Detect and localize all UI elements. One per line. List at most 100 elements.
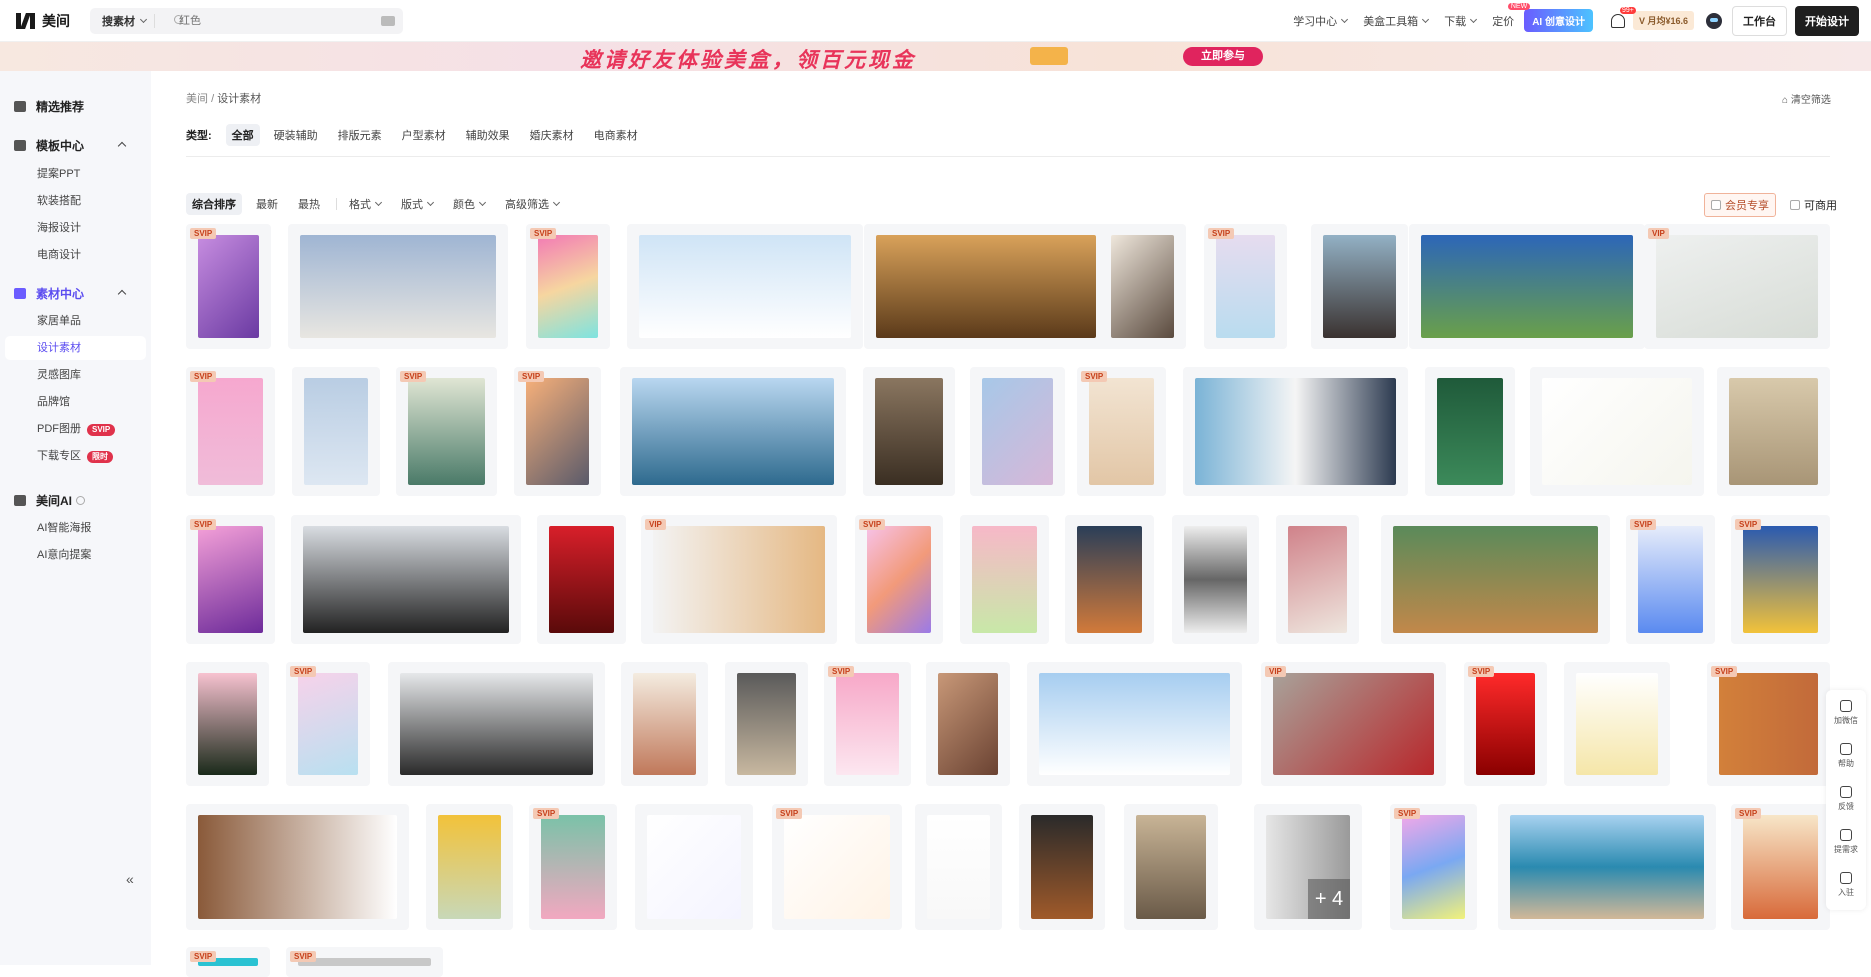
- type-wedding[interactable]: 婚庆素材: [524, 124, 580, 146]
- material-card[interactable]: [960, 515, 1049, 644]
- material-card[interactable]: SVIP: [1626, 515, 1715, 644]
- sidebar-item-ai-poster[interactable]: AI智能海报: [5, 516, 146, 540]
- material-card[interactable]: [635, 804, 753, 930]
- material-card[interactable]: [1183, 367, 1408, 496]
- sidebar-item-proposal-ppt[interactable]: 提案PPT: [5, 162, 146, 186]
- sidebar-group-materials[interactable]: 素材中心: [0, 280, 151, 306]
- material-card[interactable]: SVIP: [529, 804, 617, 930]
- material-card[interactable]: [186, 804, 409, 930]
- material-card[interactable]: [1276, 515, 1359, 644]
- logo[interactable]: 美间: [16, 11, 90, 31]
- material-card[interactable]: SVIP: [186, 224, 271, 349]
- nav-download[interactable]: 下载: [1436, 13, 1484, 29]
- material-card[interactable]: SVIP: [186, 947, 270, 977]
- clear-filter-button[interactable]: ⌂ 清空筛选: [1782, 91, 1831, 106]
- material-card[interactable]: [1409, 224, 1645, 349]
- material-card[interactable]: [725, 662, 808, 786]
- type-effects[interactable]: 辅助效果: [460, 124, 516, 146]
- type-all[interactable]: 全部: [225, 124, 260, 146]
- sort-hottest[interactable]: 最热: [292, 193, 326, 215]
- filter-advanced[interactable]: 高级筛选: [499, 193, 565, 215]
- type-ecommerce[interactable]: 电商素材: [588, 124, 644, 146]
- sidebar-item-brands[interactable]: 品牌馆: [5, 390, 146, 414]
- material-card[interactable]: SVIP: [1390, 804, 1477, 930]
- sort-default[interactable]: 综合排序: [186, 193, 242, 215]
- sidebar-item-downloads[interactable]: 下载专区 限时: [5, 444, 146, 468]
- material-card[interactable]: [970, 367, 1065, 496]
- material-card[interactable]: [915, 804, 1002, 930]
- material-card[interactable]: [1530, 367, 1704, 496]
- material-card[interactable]: SVIP: [396, 367, 497, 496]
- material-card[interactable]: [1425, 367, 1515, 496]
- material-card[interactable]: SVIP: [186, 515, 275, 644]
- search-input[interactable]: [155, 7, 381, 34]
- material-card[interactable]: [426, 804, 513, 930]
- sidebar-item-inspiration[interactable]: 灵感图库: [5, 363, 146, 387]
- feedback-button[interactable]: 反馈: [1826, 786, 1866, 812]
- material-card[interactable]: [1498, 804, 1716, 930]
- material-card[interactable]: [186, 662, 269, 786]
- material-card[interactable]: SVIP: [286, 947, 443, 977]
- material-card[interactable]: [1065, 515, 1154, 644]
- material-card[interactable]: + 4: [1254, 804, 1362, 930]
- material-card[interactable]: [288, 224, 508, 349]
- material-card[interactable]: [627, 224, 863, 349]
- breadcrumb-root[interactable]: 美间: [186, 93, 208, 105]
- filter-format[interactable]: 格式: [343, 193, 387, 215]
- sidebar-item-ai-proposal[interactable]: AI意向提案: [5, 543, 146, 567]
- material-card[interactable]: [292, 367, 380, 496]
- material-card[interactable]: SVIP: [1464, 662, 1547, 786]
- help-button[interactable]: 帮助: [1826, 743, 1866, 769]
- material-card[interactable]: SVIP: [1731, 515, 1830, 644]
- filter-layout[interactable]: 版式: [395, 193, 439, 215]
- material-card[interactable]: [620, 367, 846, 496]
- material-card[interactable]: [1564, 662, 1670, 786]
- type-layout[interactable]: 排版元素: [332, 124, 388, 146]
- material-card[interactable]: SVIP: [824, 662, 911, 786]
- commercial-checkbox[interactable]: 可商用: [1784, 194, 1843, 216]
- material-card[interactable]: VIP: [1644, 224, 1830, 349]
- nav-toolbox[interactable]: 美盒工具箱: [1355, 13, 1436, 29]
- material-card[interactable]: SVIP: [1077, 367, 1166, 496]
- material-card[interactable]: SVIP: [286, 662, 370, 786]
- sidebar-item-poster[interactable]: 海报设计: [5, 216, 146, 240]
- material-card[interactable]: SVIP: [514, 367, 601, 496]
- nav-learning[interactable]: 学习中心: [1285, 13, 1355, 29]
- promo-banner[interactable]: 邀请好友体验美盒，领百元现金 立即参与: [0, 42, 1871, 71]
- material-card[interactable]: SVIP: [1204, 224, 1287, 349]
- material-card[interactable]: [388, 662, 605, 786]
- avatar[interactable]: [1706, 12, 1722, 29]
- material-card[interactable]: SVIP: [1707, 662, 1830, 786]
- material-card[interactable]: [1027, 662, 1242, 786]
- material-card[interactable]: SVIP: [526, 224, 610, 349]
- material-card[interactable]: SVIP: [186, 367, 275, 496]
- sidebar-item-furniture[interactable]: 家居单品: [5, 309, 146, 333]
- material-card[interactable]: [863, 367, 955, 496]
- filter-color[interactable]: 颜色: [447, 193, 491, 215]
- material-card[interactable]: [1381, 515, 1610, 644]
- wechat-button[interactable]: 加微信: [1826, 700, 1866, 726]
- material-card[interactable]: [864, 224, 1108, 349]
- vip-price-badge[interactable]: V 月均¥16.6: [1632, 11, 1694, 30]
- material-card[interactable]: [537, 515, 626, 644]
- material-card[interactable]: [291, 515, 521, 644]
- workspace-button[interactable]: 工作台: [1732, 5, 1787, 36]
- start-design-button[interactable]: 开始设计: [1795, 5, 1859, 36]
- nav-pricing[interactable]: 定价 NEW: [1484, 2, 1531, 29]
- request-button[interactable]: 提需求: [1826, 829, 1866, 855]
- sidebar-item-ecommerce[interactable]: 电商设计: [5, 243, 146, 267]
- sidebar-item-soft-decor[interactable]: 软装搭配: [5, 189, 146, 213]
- sidebar-item-pdf[interactable]: PDF图册 SVIP: [5, 417, 146, 441]
- material-card[interactable]: [1717, 367, 1830, 496]
- search-type-select[interactable]: 搜素材: [90, 13, 155, 28]
- material-card[interactable]: VIP: [641, 515, 837, 644]
- material-card[interactable]: [1172, 515, 1259, 644]
- material-card[interactable]: [926, 662, 1010, 786]
- info-icon[interactable]: [76, 495, 86, 505]
- material-card[interactable]: [1124, 804, 1218, 930]
- material-card[interactable]: SVIP: [1731, 804, 1830, 930]
- material-card[interactable]: [1019, 804, 1105, 930]
- banner-button[interactable]: 立即参与: [1183, 47, 1263, 66]
- sidebar-group-templates[interactable]: 模板中心: [0, 132, 151, 158]
- sidebar-group-ai[interactable]: 美间AI: [0, 487, 151, 513]
